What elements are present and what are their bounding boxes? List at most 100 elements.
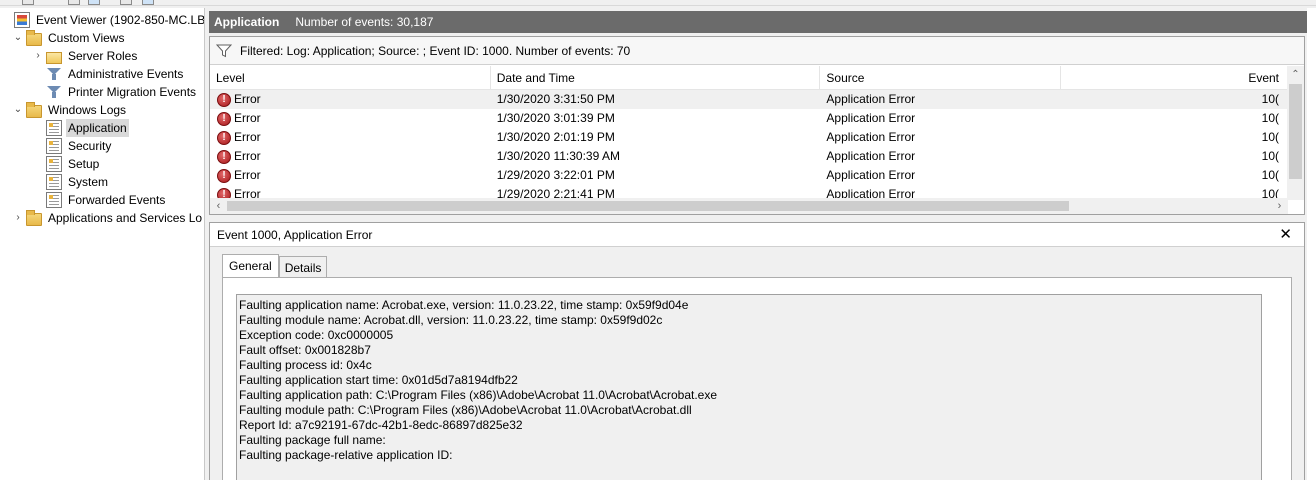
folder-icon xyxy=(26,101,42,118)
description-line: Faulting package-relative application ID… xyxy=(239,448,453,462)
row-source: Application Error xyxy=(826,168,916,182)
tree-item-label: Printer Migration Events xyxy=(68,85,197,99)
tree-item-event-viewer-root[interactable]: Event Viewer (1902-850-MC.LB.L xyxy=(12,11,204,29)
column-header-event[interactable]: Event xyxy=(1061,66,1288,90)
chevron-right-icon[interactable]: › xyxy=(12,209,24,227)
row-source: Application Error xyxy=(826,111,916,125)
tree-item-server-roles[interactable]: › Server Roles xyxy=(32,47,139,65)
chevron-right-icon[interactable]: › xyxy=(32,47,44,65)
log-header: Application Number of events: 30,187 xyxy=(209,11,1307,33)
row-date: 1/30/2020 2:01:19 PM xyxy=(496,130,615,144)
table-row[interactable]: ! Error 1/30/2020 11:30:39 AM Application… xyxy=(210,147,1288,166)
scrollbar-thumb[interactable] xyxy=(227,201,1069,211)
log-icon xyxy=(46,156,62,172)
log-icon xyxy=(46,174,62,190)
event-viewer-icon xyxy=(14,12,30,28)
filter-bar: Filtered: Log: Application; Source: ; Ev… xyxy=(210,37,1304,65)
tree-item-windows-logs[interactable]: ⌄ Windows Logs xyxy=(12,101,128,119)
tab-content: Faulting application name: Acrobat.exe, … xyxy=(222,277,1292,480)
table-row[interactable]: ! Error 1/30/2020 2:01:19 PM Application … xyxy=(210,128,1288,147)
folder-icon xyxy=(46,51,62,64)
error-icon: ! xyxy=(217,111,231,126)
row-event-id: 10( xyxy=(1261,168,1279,182)
row-event-id: 10( xyxy=(1261,111,1279,125)
column-header-source[interactable]: Source xyxy=(820,66,1062,90)
table-row[interactable]: ! Error 1/30/2020 3:01:39 PM Application … xyxy=(210,109,1288,128)
row-date: 1/29/2020 3:22:01 PM xyxy=(496,168,615,182)
scroll-right-icon[interactable]: › xyxy=(1271,198,1288,214)
events-table: Level Date and Time Source Event ! Error … xyxy=(210,66,1288,200)
chevron-down-icon[interactable]: ⌄ xyxy=(12,29,24,47)
tree-item-label: Applications and Services Lo xyxy=(48,211,203,225)
toolbar-button-icon[interactable] xyxy=(88,0,100,5)
tree-item-label: Setup xyxy=(68,157,100,171)
events-panel: Filtered: Log: Application; Source: ; Ev… xyxy=(209,36,1305,215)
description-line: Report Id: a7c92191-67dc-42b1-8edc-86897… xyxy=(239,418,523,432)
error-icon: ! xyxy=(217,130,231,145)
scroll-up-icon[interactable]: ⌃ xyxy=(1287,66,1304,83)
toolbar-button-icon[interactable] xyxy=(142,0,154,5)
row-level: Error xyxy=(234,111,261,125)
description-line: Fault offset: 0x001828b7 xyxy=(239,343,371,357)
description-line: Faulting application start time: 0x01d5d… xyxy=(239,373,518,387)
tree-item-forwarded-events[interactable]: Forwarded Events xyxy=(44,191,167,209)
table-header: Level Date and Time Source Event xyxy=(210,66,1288,90)
tree-item-application[interactable]: Application xyxy=(44,119,129,137)
tab-general[interactable]: General xyxy=(222,254,279,278)
tree-item-label: Application xyxy=(66,119,129,137)
scrollbar-thumb[interactable] xyxy=(1289,84,1302,179)
error-icon: ! xyxy=(217,168,231,183)
row-event-id: 10( xyxy=(1261,92,1279,106)
details-header: Event 1000, Application Error ✕ xyxy=(210,223,1304,247)
event-details-panel: Event 1000, Application Error ✕ General … xyxy=(209,222,1305,480)
chevron-down-icon[interactable]: ⌄ xyxy=(12,101,24,119)
tree-item-label: Windows Logs xyxy=(48,103,127,117)
tree-item-setup[interactable]: Setup xyxy=(44,155,101,173)
error-icon: ! xyxy=(217,92,231,107)
row-event-id: 10( xyxy=(1261,149,1279,163)
description-line: Faulting module name: Acrobat.dll, versi… xyxy=(239,313,663,327)
row-date: 1/30/2020 3:31:50 PM xyxy=(496,92,615,106)
toolbar-button-icon[interactable] xyxy=(120,0,132,5)
filter-icon xyxy=(46,66,62,82)
pane-splitter[interactable] xyxy=(204,8,208,480)
horizontal-scrollbar[interactable]: ‹ › xyxy=(210,198,1288,214)
scroll-left-icon[interactable]: ‹ xyxy=(210,198,227,214)
tree-item-applications-and-services[interactable]: › Applications and Services Lo xyxy=(12,209,204,227)
tree-item-printer-migration-events[interactable]: Printer Migration Events xyxy=(44,83,198,101)
tree-item-administrative-events[interactable]: Administrative Events xyxy=(44,65,185,83)
toolbar-button-icon[interactable] xyxy=(22,0,34,5)
column-header-date[interactable]: Date and Time xyxy=(491,66,821,90)
tree-item-label: Forwarded Events xyxy=(68,193,166,207)
row-level: Error xyxy=(234,92,261,106)
column-header-level[interactable]: Level xyxy=(210,66,491,90)
toolbar-button-icon[interactable] xyxy=(68,0,80,5)
tree-item-system[interactable]: System xyxy=(44,173,110,191)
description-line: Faulting process id: 0x4c xyxy=(239,358,372,372)
details-title: Event 1000, Application Error xyxy=(217,228,373,242)
tab-details[interactable]: Details xyxy=(278,256,328,278)
tree-item-label: Security xyxy=(68,139,112,153)
description-line: Faulting application path: C:\Program Fi… xyxy=(239,388,718,402)
vertical-scrollbar[interactable]: ⌃ xyxy=(1287,66,1304,200)
event-description[interactable]: Faulting application name: Acrobat.exe, … xyxy=(236,294,1262,480)
toolbar-strip xyxy=(0,0,1316,6)
folder-icon xyxy=(26,209,42,226)
row-date: 1/30/2020 3:01:39 PM xyxy=(496,111,615,125)
filter-icon xyxy=(216,44,232,58)
event-count: Number of events: 30,187 xyxy=(295,15,434,29)
tree-item-label: Event Viewer (1902-850-MC.LB.L xyxy=(36,13,204,27)
tree-item-security[interactable]: Security xyxy=(44,137,113,155)
table-row[interactable]: ! Error 1/30/2020 3:31:50 PM Application … xyxy=(210,90,1288,109)
filter-icon xyxy=(46,84,62,100)
row-event-id: 10( xyxy=(1261,130,1279,144)
log-title: Application xyxy=(214,15,280,29)
table-row[interactable]: ! Error 1/29/2020 3:22:01 PM Application … xyxy=(210,166,1288,185)
close-icon[interactable]: ✕ xyxy=(1279,223,1292,247)
description-line: Faulting application name: Acrobat.exe, … xyxy=(239,298,689,312)
log-icon xyxy=(46,192,62,208)
tree-item-custom-views[interactable]: ⌄ Custom Views xyxy=(12,29,126,47)
details-tabs: General Details xyxy=(222,254,328,278)
right-gutter xyxy=(1307,8,1316,480)
error-icon: ! xyxy=(217,149,231,164)
